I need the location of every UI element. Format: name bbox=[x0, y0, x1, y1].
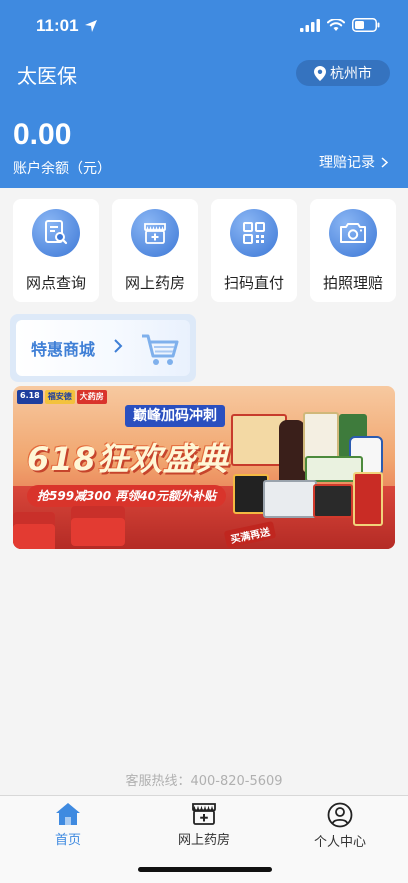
pharmacy-icon bbox=[131, 209, 179, 257]
tab-online-pharmacy[interactable]: 网上药房 bbox=[136, 802, 272, 848]
discount-mall-inner: 特惠商城 bbox=[16, 320, 190, 376]
quick-action-outlet-search[interactable]: 网点查询 bbox=[13, 199, 99, 302]
camera-icon bbox=[329, 209, 377, 257]
banner-tag: 6.18 福安德 大药房 bbox=[17, 390, 107, 404]
promo-banner[interactable]: 6.18 福安德 大药房 巅峰加码冲刺 618狂欢盛典 抢599减300 再领4… bbox=[13, 386, 395, 549]
banner-tag-brand2: 大药房 bbox=[76, 390, 107, 404]
customer-service-hotline[interactable]: 客服热线：400-820-5609 bbox=[0, 770, 408, 789]
app-title: 太医保 bbox=[17, 64, 77, 88]
banner-subtitle: 巅峰加码冲刺 bbox=[125, 405, 225, 427]
signal-icon bbox=[300, 18, 320, 32]
quick-action-label: 网点查询 bbox=[25, 274, 86, 292]
tab-label: 网上药房 bbox=[177, 833, 230, 848]
wifi-icon bbox=[327, 18, 345, 31]
quick-action-label: 拍照理赔 bbox=[322, 274, 383, 292]
tab-label: 个人中心 bbox=[313, 835, 366, 850]
location-arrow-icon bbox=[85, 20, 97, 32]
status-icons bbox=[300, 18, 380, 32]
status-bar: 11:01 bbox=[0, 0, 408, 54]
city-label: 杭州市 bbox=[330, 66, 372, 82]
quick-actions: 网点查询 网上药房 扫码直付 拍照理赔 bbox=[13, 199, 396, 302]
product-box bbox=[313, 484, 353, 518]
tab-label: 首页 bbox=[54, 833, 81, 848]
home-indicator[interactable] bbox=[138, 867, 272, 872]
banner-headline: 618狂欢盛典 bbox=[27, 440, 229, 478]
quick-action-online-pharmacy[interactable]: 网上药房 bbox=[112, 199, 198, 302]
discount-mall-label: 特惠商城 bbox=[31, 340, 96, 359]
claims-record-label: 理赔记录 bbox=[319, 155, 375, 171]
banner-tag-date: 6.18 bbox=[17, 390, 43, 404]
status-time: 11:01 bbox=[36, 16, 79, 35]
chevron-right-icon bbox=[381, 156, 388, 168]
location-pin-icon bbox=[314, 65, 326, 81]
quick-action-photo-claim[interactable]: 拍照理赔 bbox=[310, 199, 396, 302]
quick-action-label: 网上药房 bbox=[124, 274, 185, 292]
account-balance: 0.00 bbox=[13, 118, 72, 151]
banner-tag-brand1: 福安德 bbox=[44, 390, 75, 404]
pharmacy-icon bbox=[192, 803, 216, 825]
chevron-right-icon bbox=[114, 339, 123, 353]
header: 11:01 太医保 杭州市 0.00 账户余额（元） 理赔记录 bbox=[0, 0, 408, 188]
shopping-cart-icon bbox=[142, 334, 179, 365]
banner-promo-text: 抢599减300 再领40元额外补贴 bbox=[27, 485, 226, 507]
quick-action-label: 扫码直付 bbox=[223, 274, 284, 292]
red-envelope bbox=[71, 506, 125, 546]
claims-record-link[interactable]: 理赔记录 bbox=[319, 152, 388, 172]
tab-home[interactable]: 首页 bbox=[0, 802, 136, 848]
city-selector-button[interactable]: 杭州市 bbox=[296, 60, 390, 86]
balance-label: 账户余额（元） bbox=[13, 161, 111, 177]
red-envelope bbox=[13, 512, 55, 549]
product-box bbox=[353, 472, 383, 526]
qr-code-icon bbox=[230, 209, 278, 257]
quick-action-scan-pay[interactable]: 扫码直付 bbox=[211, 199, 297, 302]
product-monitor bbox=[263, 480, 317, 518]
search-document-icon bbox=[32, 209, 80, 257]
tab-personal-center[interactable]: 个人中心 bbox=[272, 802, 408, 850]
discount-mall-card[interactable]: 特惠商城 bbox=[10, 314, 196, 382]
home-icon bbox=[56, 803, 80, 825]
user-icon bbox=[327, 802, 353, 828]
battery-icon bbox=[352, 18, 380, 32]
